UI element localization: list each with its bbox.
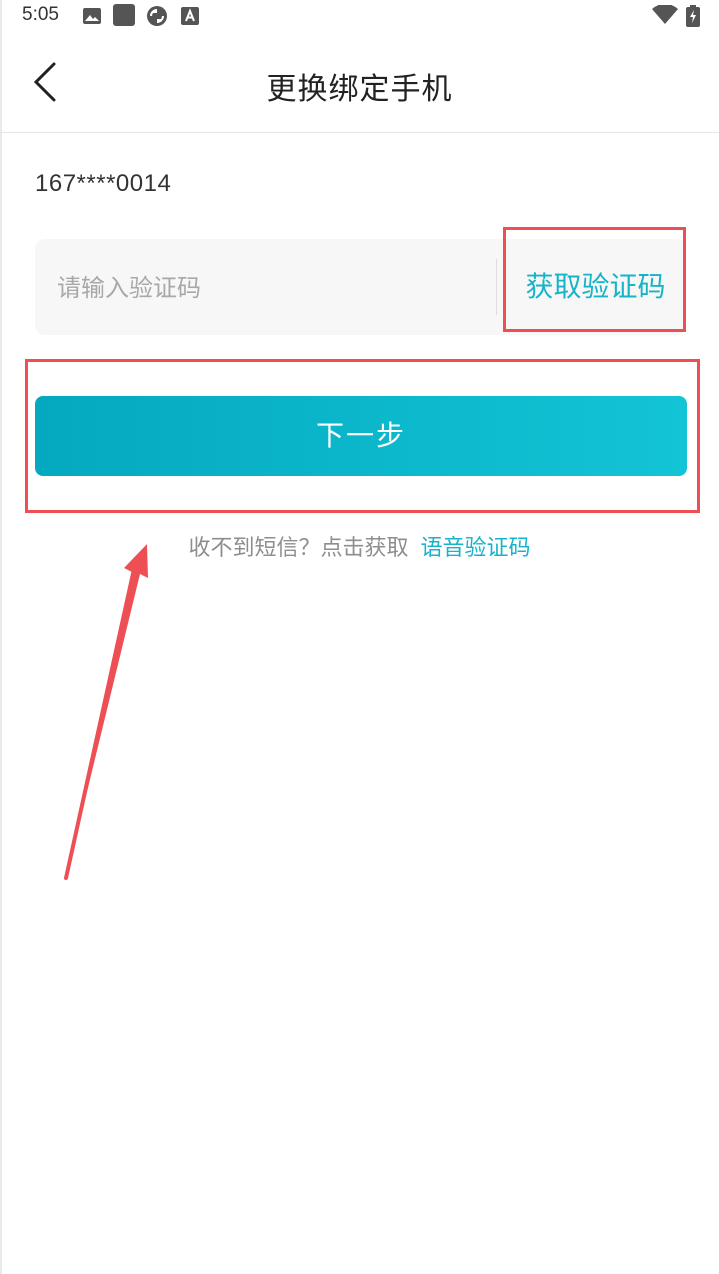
wifi-icon: [652, 3, 678, 29]
page-title: 更换绑定手机: [266, 72, 453, 107]
status-time: 5:05: [22, 4, 59, 25]
screen: 5:05 更换绑定手机 167****0014 请输入验证码 获取验证码 下一步…: [0, 0, 719, 1274]
divider: [496, 259, 497, 315]
voice-code-hint: 收不到短信？点击获取 语音验证码: [0, 530, 719, 562]
verification-code-input[interactable]: [55, 239, 489, 337]
current-phone-number: 167****0014: [35, 170, 172, 197]
get-code-button[interactable]: 获取验证码: [505, 239, 686, 335]
verification-code-row: 获取验证码: [35, 239, 686, 337]
screen-edge: [0, 0, 2, 1274]
sync-icon: [146, 5, 168, 27]
next-step-button[interactable]: 下一步: [35, 396, 687, 476]
image-icon: [82, 6, 102, 26]
voice-code-link[interactable]: 语音验证码: [421, 536, 531, 561]
text-a-icon: [180, 6, 200, 26]
app-square-icon: [113, 4, 135, 26]
battery-charging-icon: [686, 5, 700, 31]
voice-hint-text: 收不到短信？点击获取: [188, 536, 409, 561]
title-bar: 更换绑定手机: [0, 32, 719, 133]
status-bar: 5:05: [0, 0, 719, 32]
